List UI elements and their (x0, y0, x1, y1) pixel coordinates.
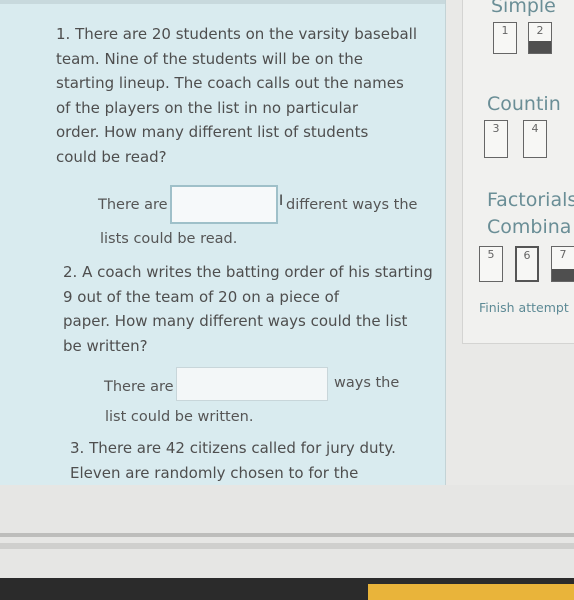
nav-question-4[interactable]: 4 (523, 120, 547, 158)
nav-question-5-label: 5 (487, 248, 495, 261)
nav-question-7-label: 7 (559, 248, 567, 261)
window-bottom-edge (0, 533, 574, 537)
nav-question-1-label: 1 (501, 24, 509, 37)
nav-question-3-label: 3 (492, 122, 500, 135)
nav-question-2[interactable]: 2 (528, 22, 552, 54)
quiz-navigation-panel: Simple 1 2 Countin 3 4 Factorials Combin… (462, 0, 574, 344)
nav-question-5[interactable]: 5 (479, 246, 503, 282)
question-1-answer-suffix: different ways the (286, 197, 418, 213)
question-3-text: 3. There are 42 citizens called for jury… (70, 439, 396, 482)
nav-question-3[interactable]: 3 (484, 120, 508, 158)
taskbar-highlight (368, 584, 574, 600)
text-cursor-icon: I (279, 193, 284, 209)
nav-section-title-3: Factorials Combina (487, 189, 574, 238)
nav-question-6[interactable]: 6 (515, 246, 539, 282)
question-1-text: 1. There are 20 students on the varsity … (56, 25, 418, 166)
finish-attempt-link[interactable]: Finish attempt ... (479, 300, 574, 315)
top-strip (0, 0, 445, 4)
question-2-answer-continuation: list could be written. (105, 409, 254, 425)
nav-question-4-label: 4 (531, 122, 539, 135)
question-panel: 1. There are 20 students on the varsity … (0, 0, 446, 485)
question-1-answer-prefix: There are (98, 197, 168, 213)
nav-question-2-label: 2 (536, 24, 544, 37)
nav-question-2-flag (529, 41, 551, 53)
question-2-answer-input[interactable] (176, 367, 328, 401)
question-1-answer-continuation: lists could be read. (100, 231, 238, 247)
nav-question-7-flag (552, 269, 574, 281)
nav-section-title-2: Countin (487, 93, 561, 115)
nav-question-7[interactable]: 7 (551, 246, 574, 282)
nav-question-1[interactable]: 1 (493, 22, 517, 54)
nav-section-title-1: Simple (491, 0, 556, 17)
window-bottom-edge-2 (0, 543, 574, 549)
question-2-answer-suffix: ways the (334, 375, 400, 391)
nav-question-6-label: 6 (523, 249, 531, 262)
question-1-answer-input[interactable] (170, 185, 278, 224)
question-2-answer-prefix: There are (104, 379, 174, 395)
question-2-text: 2. A coach writes the batting order of h… (63, 263, 433, 355)
